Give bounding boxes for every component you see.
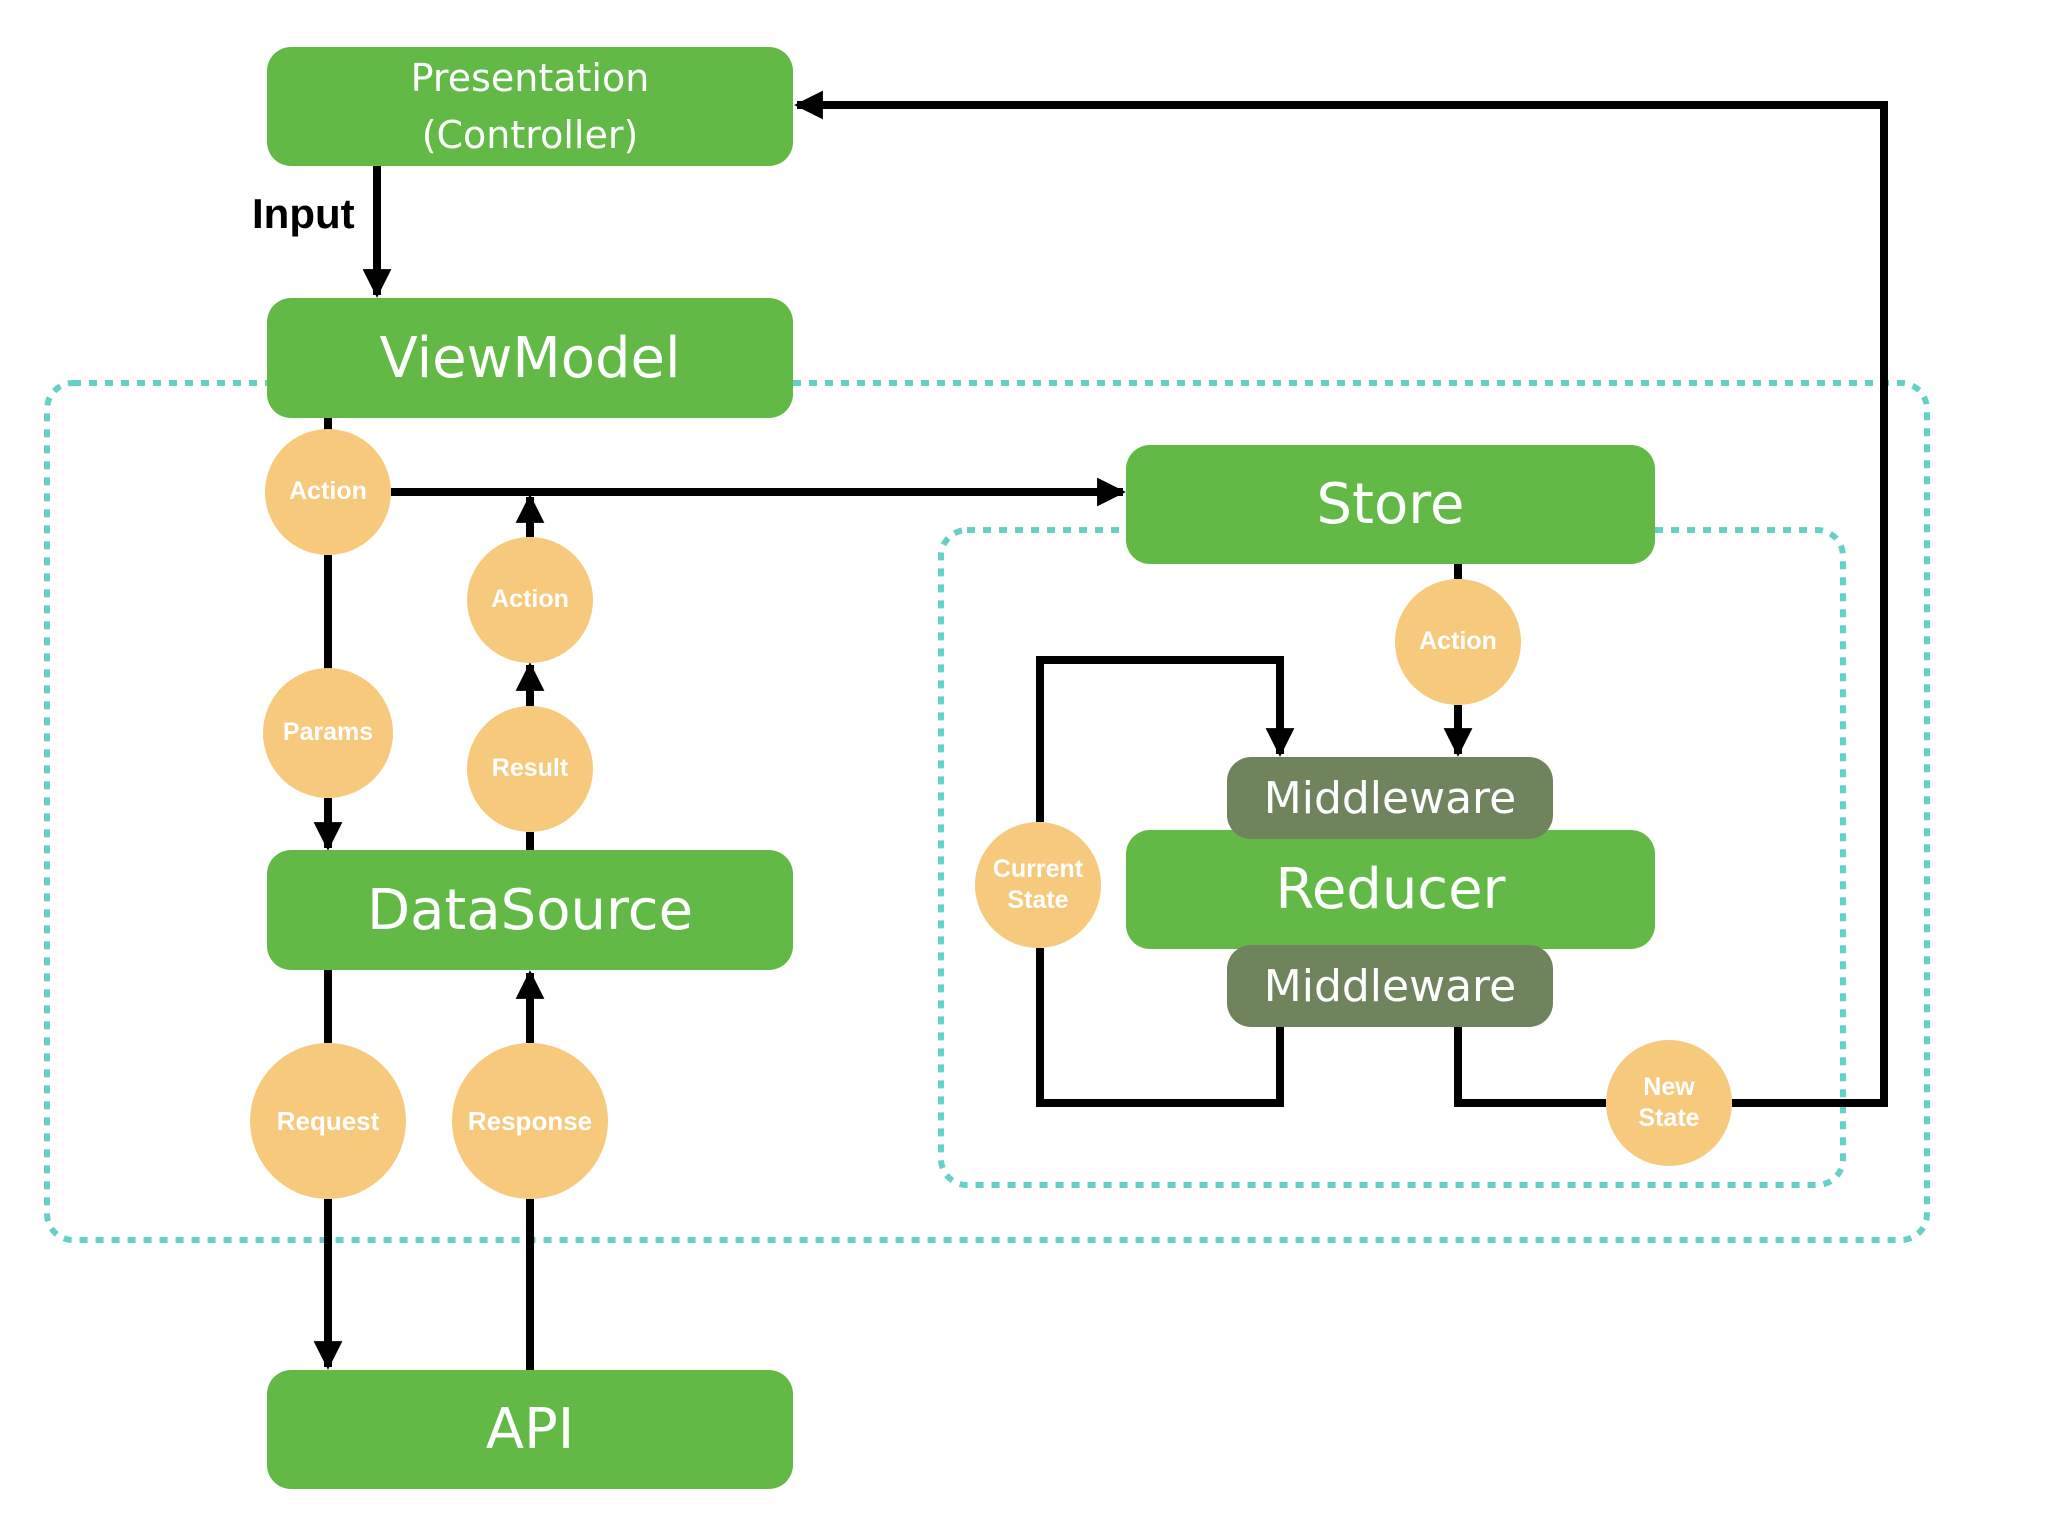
presentation-box: Presentation (Controller) bbox=[267, 47, 793, 166]
presentation-title: Presentation bbox=[410, 55, 650, 100]
api-box: API bbox=[267, 1370, 793, 1489]
action-message-store: Action bbox=[1395, 579, 1521, 705]
current-state-line1: Current bbox=[992, 854, 1084, 883]
action-label: Action bbox=[1419, 627, 1497, 656]
reducer-label: Reducer bbox=[1275, 857, 1506, 922]
new-state-line1: New bbox=[1643, 1072, 1695, 1101]
response-message: Response bbox=[452, 1043, 608, 1199]
result-message: Result bbox=[467, 706, 593, 832]
action-message-result: Action bbox=[467, 537, 593, 663]
new-state-line2: State bbox=[1638, 1104, 1700, 1132]
viewmodel-label: ViewModel bbox=[379, 325, 681, 391]
response-label: Response bbox=[467, 1105, 593, 1136]
new-state-message: New State bbox=[1606, 1040, 1732, 1166]
middleware-top-label: Middleware bbox=[1263, 772, 1517, 824]
input-label: Input bbox=[252, 190, 355, 237]
middleware-bottom-label: Middleware bbox=[1263, 960, 1517, 1012]
viewmodel-box: ViewModel bbox=[267, 298, 793, 418]
result-label: Result bbox=[491, 754, 569, 783]
params-message: Params bbox=[263, 668, 393, 798]
action-message-viewmodel: Action bbox=[265, 429, 391, 555]
store-box: Store bbox=[1126, 445, 1655, 564]
current-state-line2: State bbox=[1007, 886, 1069, 914]
middleware-bottom-box: Middleware bbox=[1227, 945, 1553, 1027]
current-state-message: Current State bbox=[975, 822, 1101, 948]
reducer-box: Reducer bbox=[1126, 830, 1655, 949]
datasource-box: DataSource bbox=[267, 850, 793, 970]
api-label: API bbox=[485, 1397, 575, 1462]
params-label: Params bbox=[282, 718, 374, 747]
request-label: Request bbox=[276, 1105, 380, 1136]
request-message: Request bbox=[250, 1043, 406, 1199]
new-state-line bbox=[1454, 1027, 1606, 1107]
presentation-subtitle: (Controller) bbox=[421, 112, 639, 157]
action-label: Action bbox=[289, 477, 367, 506]
store-label: Store bbox=[1316, 472, 1465, 537]
middleware-top-box: Middleware bbox=[1227, 757, 1553, 839]
datasource-label: DataSource bbox=[366, 877, 694, 943]
action-label: Action bbox=[491, 585, 569, 614]
